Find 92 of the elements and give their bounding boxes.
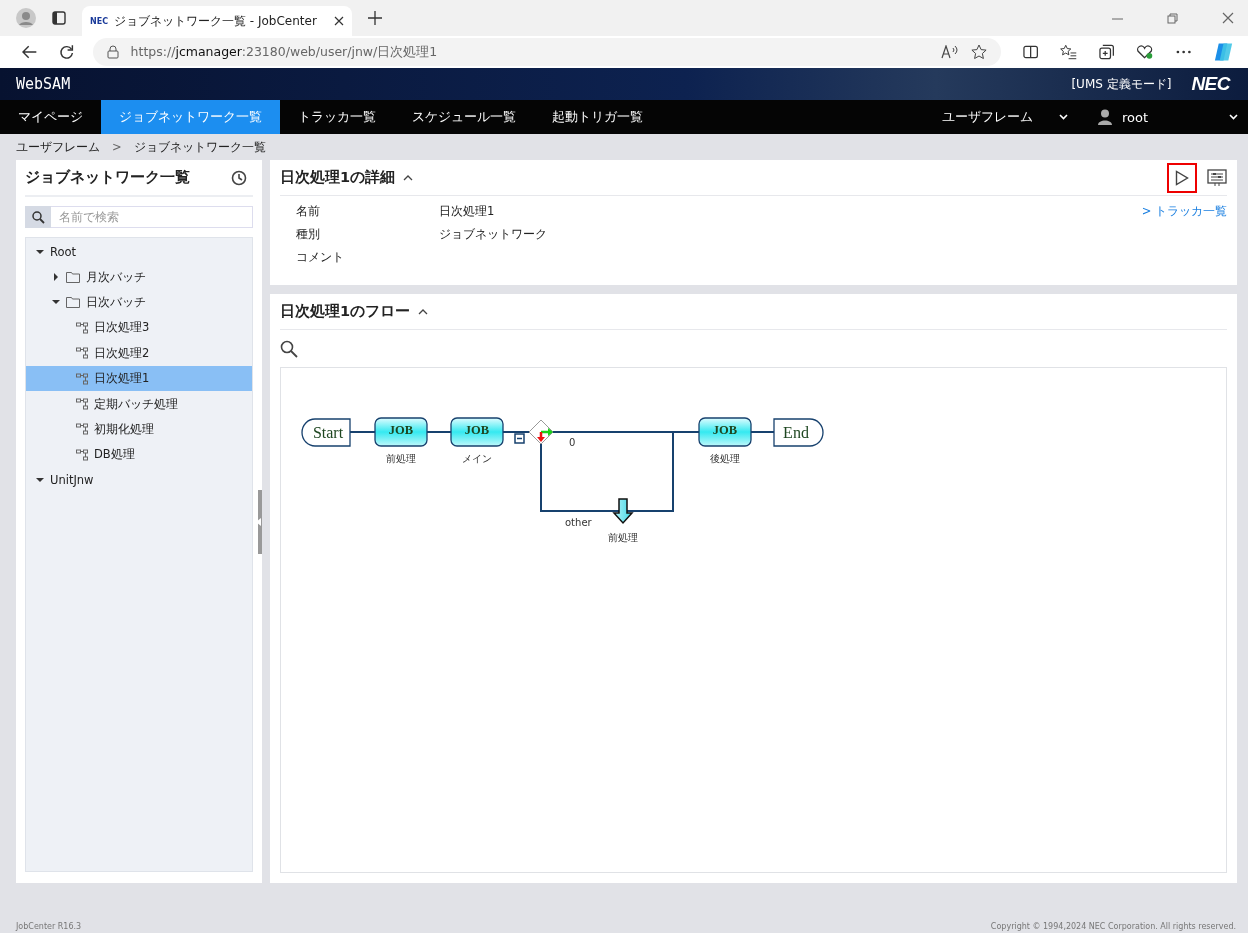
back-icon[interactable]: [22, 45, 38, 59]
field-value: 日次処理1: [439, 204, 496, 219]
reference-arrow[interactable]: [612, 498, 634, 525]
new-tab-icon[interactable]: [368, 11, 382, 25]
panel-title: 日次処理1のフロー: [280, 302, 411, 321]
node-label: 前処理: [608, 532, 638, 543]
branch-node[interactable]: [528, 419, 554, 445]
field-label: 種別: [296, 227, 321, 242]
profile-icon[interactable]: [16, 8, 36, 28]
field-label: コメント: [296, 250, 345, 265]
collapse-icon[interactable]: [514, 433, 525, 444]
panel-title: 日次処理1の詳細: [280, 168, 396, 187]
end-node[interactable]: End: [773, 418, 824, 447]
jobnet-icon: [76, 398, 88, 411]
start-node[interactable]: Start: [301, 418, 351, 447]
nav-tab[interactable]: トラッカ一覧: [280, 100, 394, 134]
field-value: ジョブネットワーク: [439, 227, 547, 242]
chevron-down-icon: [1059, 114, 1068, 120]
history-icon[interactable]: [231, 169, 247, 186]
chevron-up-icon[interactable]: [403, 174, 414, 181]
reload-icon[interactable]: [59, 44, 75, 60]
address-field[interactable]: https://jcmanager:23180/web/user/jnw/日次処理1: [92, 38, 1001, 66]
jobnet-icon: [76, 423, 88, 436]
caret-down-icon[interactable]: [36, 247, 44, 256]
favicon: NEC: [90, 16, 109, 26]
tree-item[interactable]: 定期バッチ処理: [26, 391, 252, 417]
sidebar-title: ジョブネットワーク一覧: [25, 168, 190, 187]
tree-item[interactable]: 日次バッチ: [26, 289, 252, 316]
nav-tab[interactable]: マイページ: [0, 100, 101, 134]
breadcrumb-link[interactable]: ユーザフレーム: [16, 139, 100, 155]
job-node[interactable]: JOB: [698, 417, 752, 447]
collections-icon[interactable]: [1099, 44, 1115, 60]
tree-item[interactable]: Root: [26, 239, 252, 265]
search-icon: [31, 210, 45, 224]
run-button[interactable]: [1167, 162, 1197, 193]
caret-right-icon[interactable]: [52, 273, 60, 282]
favorites-icon[interactable]: [1059, 44, 1078, 60]
mode-label: [UMS 定義モード]: [1071, 75, 1172, 93]
tree-item[interactable]: UnitJnw: [26, 467, 252, 493]
user-menu[interactable]: root: [1084, 100, 1248, 134]
breadcrumb-current: ジョブネットワーク一覧: [133, 139, 266, 155]
field-label: 名前: [296, 204, 321, 219]
node-label: 後処理: [710, 453, 740, 464]
tree-item[interactable]: 月次バッチ: [26, 264, 252, 290]
jobnet-icon: [76, 448, 88, 461]
play-icon: [1175, 169, 1189, 186]
nav-tab[interactable]: スケジュール一覧: [394, 100, 534, 134]
brand-name: WebSAM: [16, 75, 71, 93]
split-screen-icon[interactable]: [1022, 45, 1038, 59]
close-icon[interactable]: [334, 16, 344, 26]
breadcrumb-separator: >: [112, 140, 122, 154]
tree-item[interactable]: 日次処理3: [26, 315, 252, 341]
tree-item[interactable]: 日次処理1: [26, 365, 252, 392]
copilot-icon[interactable]: [1212, 41, 1234, 63]
version-text: JobCenter R16.3: [16, 922, 82, 931]
caret-down-icon[interactable]: [36, 476, 44, 485]
tab-actions-icon[interactable]: [52, 11, 66, 25]
job-node[interactable]: JOB: [374, 417, 428, 447]
jobnet-icon: [76, 347, 88, 360]
branch-label: other: [565, 517, 592, 528]
search-field[interactable]: 名前で検索: [51, 206, 253, 228]
tree-item[interactable]: 日次処理2: [26, 340, 252, 366]
job-node[interactable]: JOB: [450, 417, 504, 447]
node-label: 前処理: [386, 453, 416, 464]
frame-dropdown[interactable]: ユーザフレーム: [926, 100, 1084, 134]
lock-icon[interactable]: [106, 45, 119, 59]
tracker-link[interactable]: > トラッカ一覧: [1141, 204, 1227, 265]
folder-icon: [66, 271, 80, 284]
more-icon[interactable]: [1175, 50, 1191, 54]
copyright-text: Copyright © 1994,2024 NEC Corporation. All rights reserved.: [990, 922, 1236, 931]
browser-tab[interactable]: NEC ジョブネットワーク一覧 - JobCenter: [82, 6, 352, 36]
chevron-down-icon: [1229, 114, 1238, 120]
nav-tab[interactable]: 起動トリガ一覧: [534, 100, 661, 134]
collapse-handle[interactable]: [258, 490, 262, 554]
node-label: メイン: [462, 453, 492, 464]
search-button[interactable]: [25, 206, 51, 228]
heart-icon[interactable]: [1136, 44, 1154, 60]
jobnet-icon: [76, 372, 88, 385]
user-icon: [1098, 109, 1112, 125]
logo: NEC: [1191, 73, 1230, 95]
chevron-up-icon[interactable]: [418, 308, 429, 315]
settings-icon[interactable]: [1207, 168, 1227, 187]
jobnet-icon: [76, 321, 88, 334]
tree-item[interactable]: DB処理: [26, 442, 252, 468]
folder-icon: [66, 296, 80, 309]
star-icon[interactable]: [970, 44, 987, 60]
restore-icon[interactable]: [1167, 12, 1178, 24]
tree-item[interactable]: 初期化処理: [26, 416, 252, 443]
caret-down-icon[interactable]: [52, 298, 60, 307]
branch-label: 0: [569, 437, 576, 448]
read-aloud-icon[interactable]: [940, 45, 959, 59]
search-icon[interactable]: [280, 340, 298, 358]
